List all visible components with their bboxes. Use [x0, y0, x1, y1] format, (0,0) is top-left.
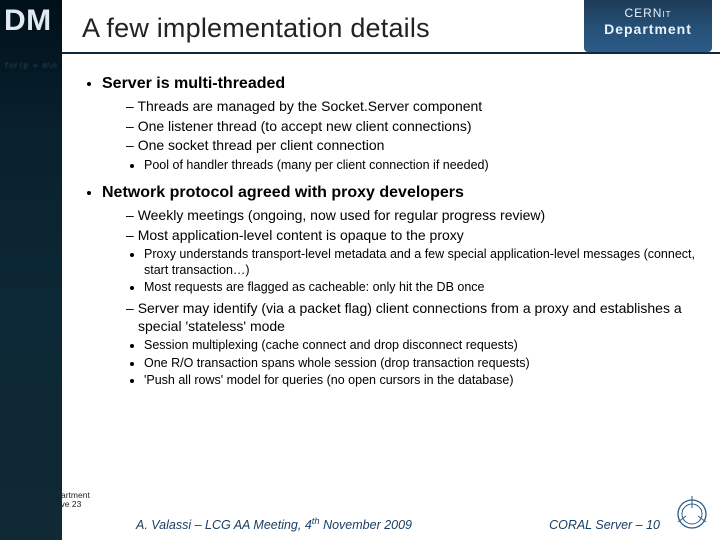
- b2-l2a-0: Weekly meetings (ongoing, now used for r…: [126, 207, 704, 225]
- footer-center: A. Valassi – LCG AA Meeting, 4th Novembe…: [136, 516, 412, 532]
- slide-footer: CERN - IT Department CH-1211 Genève 23 S…: [0, 488, 720, 540]
- bullet-1: Server is multi-threaded Threads are man…: [102, 74, 704, 173]
- b1-l2-1: One listener thread (to accept new clien…: [126, 118, 704, 136]
- badge-department: Department: [584, 21, 712, 37]
- b2-l3a-0: Proxy understands transport-level metada…: [144, 247, 704, 278]
- bullet-2: Network protocol agreed with proxy devel…: [102, 183, 704, 389]
- b2-l3b-2: 'Push all rows' model for queries (no op…: [144, 373, 704, 389]
- b2-l2a-1: Most application-level content is opaque…: [126, 227, 704, 245]
- slide-header: A few implementation details CERNIT Depa…: [62, 0, 720, 60]
- cern-it-badge: CERNIT Department: [584, 0, 712, 52]
- brand-dm: DM: [4, 4, 52, 38]
- bullet-1-heading: Server is multi-threaded: [102, 75, 285, 92]
- b1-l2-2: One socket thread per client connection: [126, 137, 704, 155]
- b2-l3b-0: Session multiplexing (cache connect and …: [144, 338, 704, 354]
- b2-l2b-0: Server may identify (via a packet flag) …: [126, 300, 704, 335]
- b2-l3b-1: One R/O transaction spans whole session …: [144, 356, 704, 372]
- b1-l2-0: Threads are managed by the Socket.Server…: [126, 98, 704, 116]
- badge-it: IT: [662, 10, 671, 19]
- footer-page-label: CORAL Server – 10: [549, 518, 660, 532]
- header-divider: [62, 52, 720, 54]
- left-brand-strip: for(p = m\n -second-\n ....\npid_t pid\n…: [0, 0, 62, 540]
- bullet-2-heading: Network protocol agreed with proxy devel…: [102, 184, 464, 201]
- slide-body: Server is multi-threaded Threads are man…: [62, 62, 710, 488]
- b2-l3a-1: Most requests are flagged as cacheable: …: [144, 280, 704, 296]
- cern-seal-icon: [672, 494, 712, 534]
- b1-l3-0: Pool of handler threads (many per client…: [144, 158, 704, 174]
- slide-title: A few implementation details: [62, 13, 430, 44]
- code-background: for(p = m\n -second-\n ....\npid_t pid\n…: [4, 60, 62, 71]
- badge-cern: CERN: [624, 6, 662, 20]
